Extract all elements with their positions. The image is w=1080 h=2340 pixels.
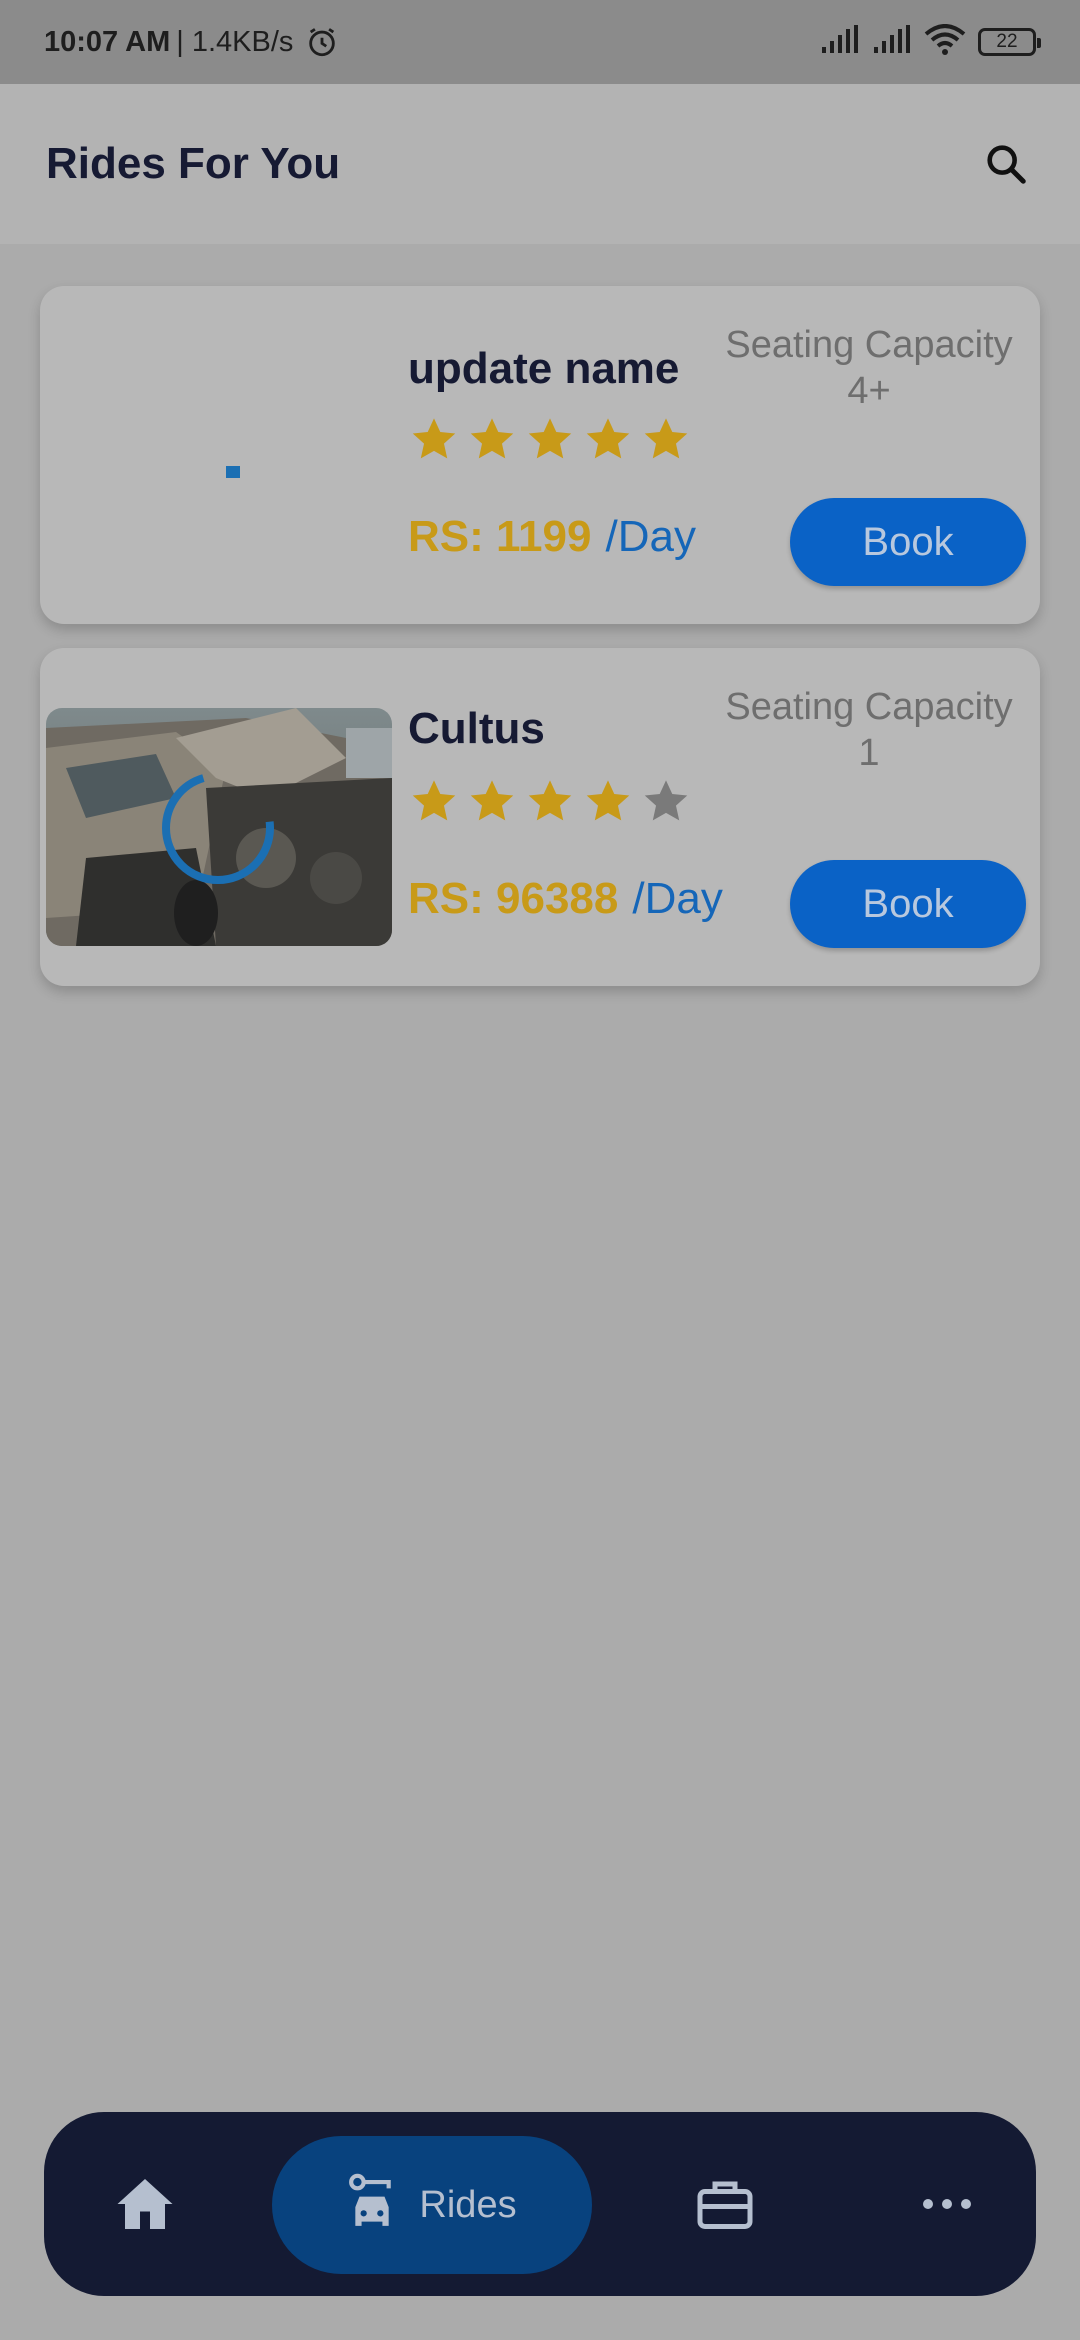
star-filled-icon [412,418,456,459]
ride-card[interactable]: Cultus RS: 96388/Day Seating Capacity 1 … [40,648,1040,986]
status-right: 22 [820,23,1041,61]
price-amount: RS: 1199 [408,512,592,561]
book-button[interactable]: Book [790,860,1026,948]
star-filled-icon [528,418,572,459]
price: RS: 1199/Day [408,512,696,562]
car-name: Cultus [408,704,545,753]
star-filled-icon [528,780,572,821]
alarm-icon [305,25,339,59]
loading-indicator [226,466,240,478]
page-title: Rides For You [46,139,341,188]
seating-capacity: Seating Capacity 1 [714,684,1024,776]
seating-value: 1 [858,732,880,774]
seating-value: 4+ [847,370,891,412]
book-button[interactable]: Book [790,498,1026,586]
star-empty-icon [644,780,688,821]
wifi-icon [924,23,966,61]
status-time: 10:07 AM [44,25,171,58]
star-filled-icon [470,418,514,459]
star-filled-icon [586,418,630,459]
nav-home[interactable] [104,2112,186,2296]
nav-rides-label: Rides [419,2183,517,2226]
search-icon [987,145,1026,184]
star-filled-icon [586,780,630,821]
seating-label: Seating Capacity [725,686,1013,728]
nav-more[interactable] [906,2112,988,2296]
nav-rides[interactable]: Rides [272,2136,592,2274]
price-amount: RS: 96388 [408,874,619,923]
star-filled-icon [644,418,688,459]
star-filled-icon [412,780,456,821]
more-icon [923,2199,971,2209]
search-button[interactable] [978,136,1034,192]
home-icon [117,2179,173,2229]
app-bar: Rides For You [0,84,1080,244]
seating-label: Seating Capacity [725,324,1013,366]
seating-capacity: Seating Capacity 4+ [714,322,1024,414]
status-bar: 10:07 AM | 1.4KB/s 22 [0,0,1080,84]
rating-stars [408,776,692,828]
status-left: 10:07 AM | 1.4KB/s [44,25,339,59]
price-unit: /Day [605,512,696,561]
rating-stars [408,414,692,466]
car-image-loading [46,346,392,584]
battery-icon: 22 [978,28,1041,56]
car-icon [349,2173,392,2226]
bottom-navigation: Rides [44,2112,1036,2296]
price-unit: /Day [632,874,723,923]
briefcase-icon [697,2181,753,2229]
signal-icon [820,24,860,60]
car-name: update name [408,344,680,393]
star-filled-icon [470,780,514,821]
price: RS: 96388/Day [408,874,723,924]
status-network-speed: | 1.4KB/s [176,25,294,58]
signal-icon [872,24,912,60]
car-image [46,708,392,946]
nav-briefcase[interactable] [684,2112,766,2296]
ride-card[interactable]: update name RS: 1199/Day Seating Capacit… [40,286,1040,624]
